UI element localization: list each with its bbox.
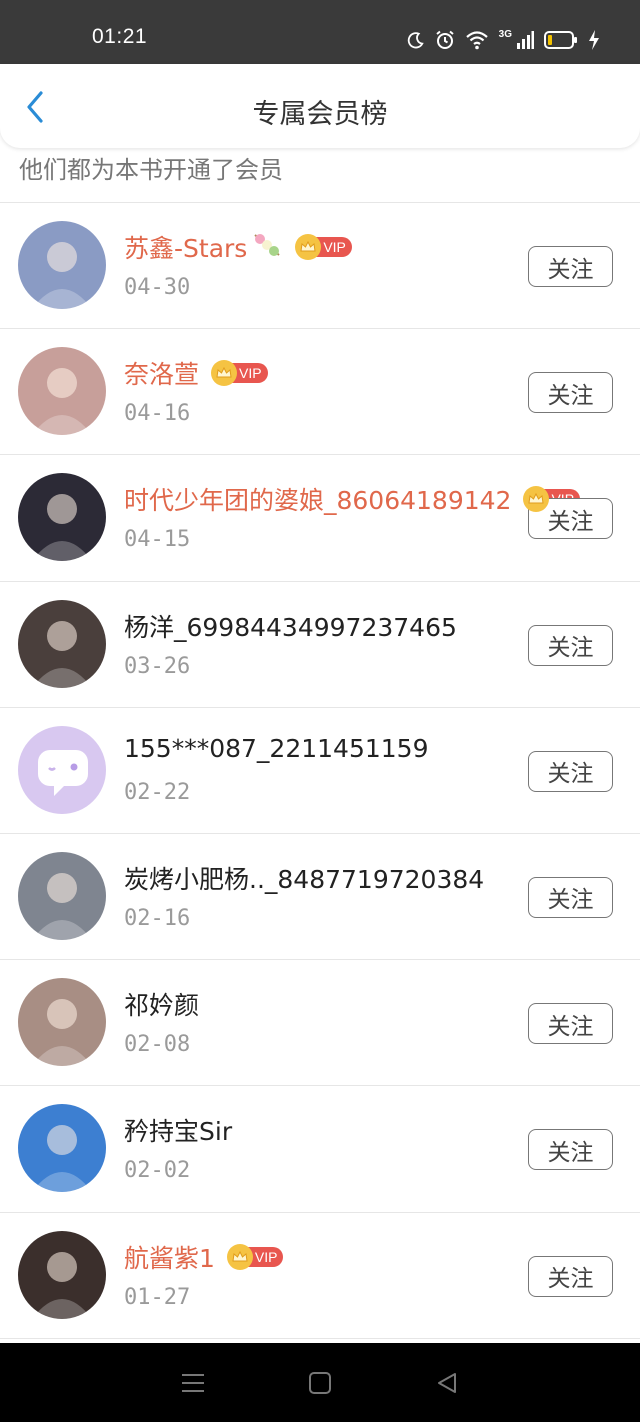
- member-date: 04-16: [124, 401, 191, 427]
- follow-button[interactable]: 关注: [528, 876, 613, 918]
- home-button[interactable]: [300, 1363, 340, 1403]
- moon-icon: [407, 31, 425, 49]
- member-name-text: 矜持宝Sir: [124, 1117, 233, 1147]
- header: 专属会员榜: [0, 64, 640, 148]
- avatar-image-icon: [32, 1125, 92, 1193]
- member-name: 时代少年团的婆娘_86064189142VIP: [124, 481, 581, 517]
- member-date: 01-27: [124, 1284, 191, 1310]
- member-row[interactable]: 杨洋_69984434997237465 03-26 关注: [0, 582, 640, 708]
- member-date: 04-15: [124, 527, 191, 553]
- member-date: 04-30: [124, 275, 191, 300]
- avatar-image-icon: [32, 368, 92, 436]
- member-name: 炭烤小肥杨.._8487719720384: [124, 860, 484, 896]
- member-date: 02-22: [124, 779, 191, 805]
- vip-badge: VIP: [211, 360, 268, 387]
- member-name: 祁妗颜: [124, 986, 199, 1022]
- dango-emoji-icon: [251, 231, 283, 263]
- member-row[interactable]: 奈洛萱 VIP 04-16 关注: [0, 329, 640, 456]
- alarm-icon: [435, 30, 455, 50]
- follow-button[interactable]: 关注: [528, 246, 613, 287]
- member-name-text: 炭烤小肥杨.._8487719720384: [124, 864, 485, 894]
- member-row[interactable]: 炭烤小肥杨.._8487719720384 02-16 关注: [0, 834, 640, 961]
- avatar[interactable]: [18, 599, 106, 688]
- avatar[interactable]: [18, 347, 106, 436]
- follow-button[interactable]: 关注: [528, 372, 613, 414]
- member-name-text: 航酱紫1: [124, 1243, 215, 1273]
- member-list: 苏鑫-Stars VIP 04-30 关注 奈洛萱 VIP 04-16 关注 时代少年团的婆娘_…: [0, 203, 640, 1339]
- avatar-image-icon: [32, 872, 92, 940]
- menu-icon: [182, 1373, 205, 1392]
- member-name-text: 祁妗颜: [124, 991, 200, 1021]
- follow-button[interactable]: 关注: [528, 1003, 613, 1045]
- avatar[interactable]: [18, 725, 106, 814]
- avatar[interactable]: [18, 1230, 106, 1319]
- status-bar: 01:21 3G: [0, 0, 640, 64]
- status-icons: 3G: [407, 28, 600, 52]
- avatar-image-icon: [32, 494, 92, 562]
- member-name-text: 奈洛萱: [124, 360, 200, 390]
- member-name: 航酱紫1 VIP: [124, 1239, 284, 1275]
- home-square-icon: [308, 1371, 331, 1394]
- avatar-image-icon: [32, 242, 92, 309]
- member-row[interactable]: 祁妗颜 02-08 关注: [0, 960, 640, 1087]
- back-nav-button[interactable]: [427, 1363, 467, 1403]
- member-row[interactable]: 航酱紫1 VIP 01-27 关注: [0, 1213, 640, 1339]
- status-time: 01:21: [92, 25, 148, 48]
- avatar-image-icon: [32, 999, 92, 1067]
- charging-icon: [588, 30, 600, 50]
- avatar-image-icon: [32, 1251, 92, 1319]
- member-name: 奈洛萱 VIP: [124, 355, 268, 391]
- avatar[interactable]: [18, 473, 106, 562]
- back-triangle-icon: [437, 1372, 456, 1393]
- member-row[interactable]: 155***087_2211451159 02-22 关注: [0, 708, 640, 834]
- network-type: 3G: [498, 28, 512, 40]
- avatar[interactable]: [18, 221, 106, 309]
- menu-button[interactable]: [173, 1363, 213, 1403]
- member-row[interactable]: 时代少年团的婆娘_86064189142VIP04-15关注: [0, 455, 640, 582]
- member-name-text: 时代少年团的婆娘_86064189142: [124, 486, 512, 516]
- subtitle: 他们都为本书开通了会员: [19, 156, 283, 184]
- member-name: 苏鑫-Stars VIP: [124, 229, 352, 265]
- member-name-text: 杨洋_69984434997237465: [124, 612, 457, 642]
- avatar[interactable]: [18, 1104, 106, 1193]
- member-date: 03-26: [124, 653, 191, 679]
- chat-bubble-icon: [38, 749, 88, 796]
- member-name: 矜持宝Sir: [124, 1112, 232, 1148]
- member-name-text: 155***087_2211451159: [124, 733, 429, 763]
- member-name-text: 苏鑫-Stars: [124, 234, 248, 263]
- member-row[interactable]: 苏鑫-Stars VIP 04-30 关注: [0, 203, 640, 330]
- page-title: 专属会员榜: [252, 99, 388, 130]
- follow-button[interactable]: 关注: [528, 1129, 613, 1171]
- signal-icon: [516, 30, 534, 50]
- avatar[interactable]: [18, 978, 106, 1067]
- battery-icon: [544, 31, 578, 49]
- avatar-image-icon: [32, 620, 92, 688]
- vip-badge: VIP: [295, 234, 352, 260]
- crown-icon: [226, 1243, 253, 1270]
- vip-badge: VIP: [226, 1243, 284, 1270]
- follow-button[interactable]: 关注: [528, 1255, 613, 1297]
- member-date: 02-16: [124, 905, 191, 931]
- nav-bar: [0, 1343, 640, 1422]
- follow-button[interactable]: 关注: [528, 624, 613, 666]
- member-date: 02-02: [124, 1158, 191, 1184]
- wifi-icon: [465, 30, 489, 50]
- follow-button[interactable]: 关注: [528, 750, 613, 792]
- member-name: 155***087_2211451159: [124, 734, 429, 763]
- member-name: 杨洋_69984434997237465: [124, 608, 457, 644]
- member-row[interactable]: 矜持宝Sir 02-02 关注: [0, 1086, 640, 1213]
- member-date: 02-08: [124, 1032, 191, 1058]
- avatar[interactable]: [18, 851, 106, 940]
